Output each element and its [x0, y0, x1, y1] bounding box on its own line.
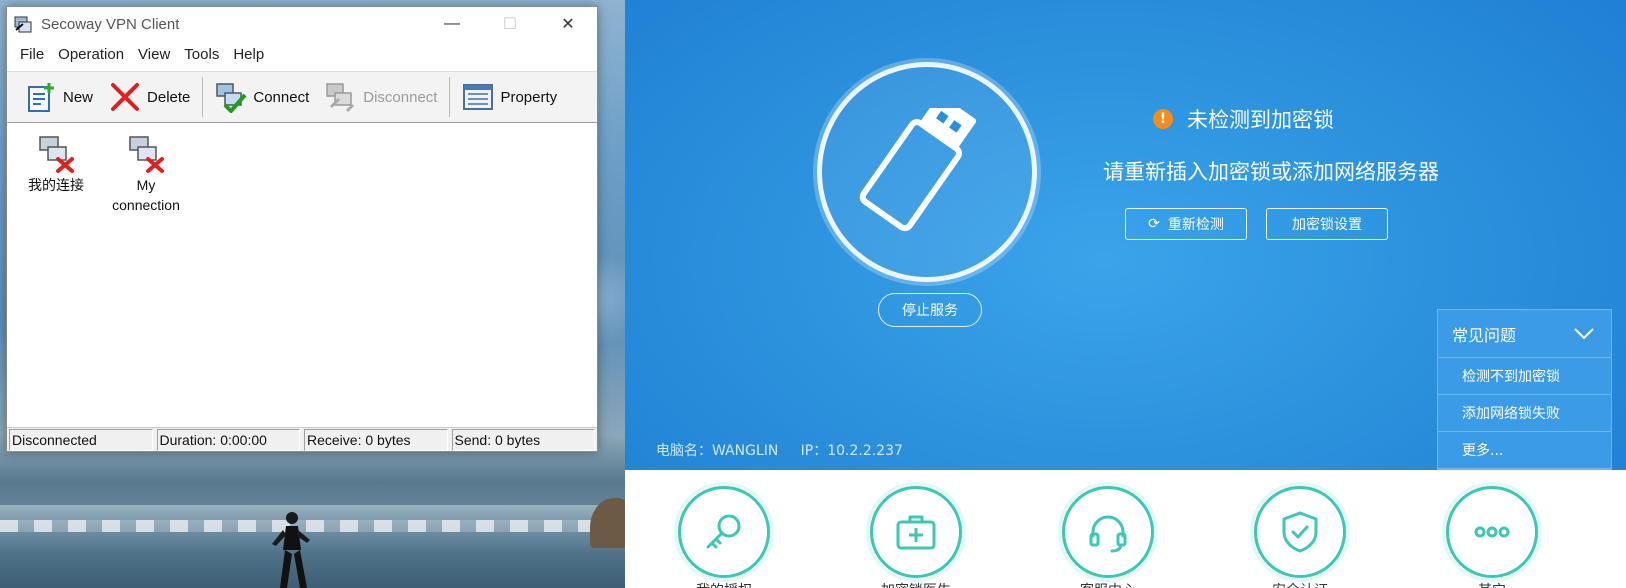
stop-service-button[interactable]: 停止服务: [878, 293, 982, 327]
status-send: Send: 0 bytes: [451, 429, 595, 451]
connection-label: My connection: [112, 177, 180, 213]
connect-icon: [216, 83, 247, 113]
key-icon: [706, 514, 741, 549]
menu-operation[interactable]: Operation: [51, 46, 131, 63]
refresh-icon: ⟳: [1148, 216, 1160, 232]
warning-message: ! 未检测到加密锁: [1153, 104, 1334, 134]
medical-kit-icon: [896, 515, 936, 550]
nav-service-center[interactable]: [1062, 486, 1154, 578]
vpn-app-icon: [14, 16, 32, 33]
faq-item[interactable]: 检测不到加密锁: [1438, 358, 1611, 395]
connection-disconnected-icon: [129, 136, 164, 173]
new-label: New: [63, 88, 94, 106]
connection-label: 我的连接: [28, 177, 84, 193]
menu-bar: File Operation View Tools Help: [7, 41, 597, 67]
close-button[interactable]: ✕: [539, 7, 597, 41]
status-bar: Disconnected Duration: 0:00:00 Receive: …: [7, 427, 597, 451]
menu-view[interactable]: View: [131, 46, 177, 63]
title-bar[interactable]: Secoway VPN Client — ☐ ✕: [7, 7, 597, 41]
nav-label-service-center: 客服中心: [1048, 580, 1168, 588]
nav-dongle-doctor[interactable]: [870, 486, 962, 578]
usb-dongle-icon: [859, 108, 977, 232]
menu-help[interactable]: Help: [226, 46, 271, 63]
nav-label-my-license: 我的授权: [664, 580, 784, 588]
menu-tools[interactable]: Tools: [177, 46, 226, 63]
status-receive: Receive: 0 bytes: [304, 429, 448, 451]
chevron-down-icon: [1574, 327, 1594, 339]
delete-x-icon: [111, 83, 140, 111]
connect-button[interactable]: Connect: [207, 75, 317, 119]
faq-panel: 常见问题 检测不到加密锁 添加网络锁失败 更多...: [1437, 309, 1612, 470]
nav-label-more: 其它: [1432, 580, 1552, 588]
status-duration: Duration: 0:00:00: [156, 429, 300, 451]
disconnect-label: Disconnect: [363, 88, 438, 106]
delete-button[interactable]: Delete: [101, 75, 198, 119]
new-document-icon: [28, 83, 54, 112]
toolbar-separator: [449, 77, 451, 117]
runner-figure: [272, 512, 310, 588]
nav-my-license[interactable]: [678, 486, 770, 578]
connection-item[interactable]: 我的连接: [11, 133, 101, 195]
reinsert-hint: 请重新插入加密锁或添加网络服务器: [1103, 160, 1439, 184]
connection-item[interactable]: My connection: [101, 133, 191, 215]
new-button[interactable]: New: [17, 75, 101, 119]
close-icon: ✕: [561, 16, 575, 33]
nav-label-security-cert: 安全认证: [1240, 580, 1360, 588]
dongle-manager-window: 停止服务 ! 未检测到加密锁 请重新插入加密锁或添加网络服务器 ⟳ 重新检测 加…: [625, 0, 1626, 588]
property-label: Property: [500, 88, 558, 106]
disconnect-icon: [326, 83, 355, 113]
redetect-label: 重新检测: [1167, 217, 1224, 233]
faq-title: 常见问题: [1452, 325, 1517, 345]
delete-label: Delete: [147, 88, 191, 106]
more-dots-icon: [1474, 526, 1510, 538]
nav-security-cert[interactable]: [1254, 486, 1346, 578]
minimize-icon: —: [444, 15, 460, 32]
window-title: Secoway VPN Client: [41, 15, 180, 33]
shield-check-icon: [1282, 511, 1318, 553]
connection-disconnected-icon: [39, 136, 74, 173]
faq-header[interactable]: 常见问题: [1438, 310, 1611, 358]
minimize-button[interactable]: —: [423, 7, 481, 41]
status-state: Disconnected: [9, 429, 153, 451]
toolbar-separator: [202, 77, 204, 117]
connect-label: Connect: [253, 88, 310, 106]
machine-info: 电脑名：WANGLIN IP：10.2.2.237: [656, 443, 903, 459]
faq-item[interactable]: 更多...: [1438, 432, 1611, 469]
lock-settings-button[interactable]: 加密锁设置: [1266, 208, 1388, 240]
property-list-icon: [463, 84, 494, 110]
property-button[interactable]: Property: [454, 75, 565, 119]
maximize-button[interactable]: ☐: [481, 7, 539, 41]
toolbar: New Delete Connect Disconnect Property: [7, 71, 597, 123]
warning-text: 未检测到加密锁: [1187, 108, 1334, 132]
connection-list[interactable]: 我的连接 My connection: [9, 125, 595, 427]
disconnect-button[interactable]: Disconnect: [317, 75, 445, 119]
redetect-button[interactable]: ⟳ 重新检测: [1125, 208, 1247, 240]
headset-icon: [1089, 515, 1127, 553]
warning-icon: !: [1153, 109, 1173, 129]
faq-item[interactable]: 添加网络锁失败: [1438, 395, 1611, 432]
nav-label-dongle-doctor: 加密锁医生: [856, 580, 976, 588]
menu-file[interactable]: File: [13, 46, 51, 63]
vpn-client-window: Secoway VPN Client — ☐ ✕ File Operation …: [6, 6, 598, 452]
nav-more[interactable]: [1446, 486, 1538, 578]
maximize-icon: ☐: [502, 16, 518, 33]
